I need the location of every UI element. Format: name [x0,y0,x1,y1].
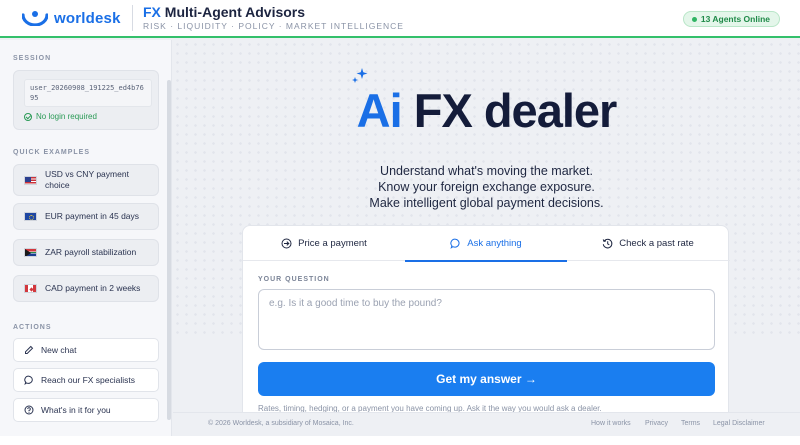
edit-icon [25,345,34,354]
header-divider [132,5,133,31]
sidebar: SESSION user_20260908_191225_ed4b7695 No… [0,40,172,445]
example-label: ZAR payroll stabilization [45,247,137,257]
brand-title: FX Multi-Agent Advisors [143,4,404,20]
example-zar[interactable]: ZAR payroll stabilization [13,239,159,266]
question-input[interactable] [258,289,715,350]
chat-bubble-icon [24,375,33,385]
reach-specialists-button[interactable]: Reach our FX specialists [13,368,159,392]
example-label: USD vs CNY payment choice [45,169,129,190]
agents-online-badge: 13 Agents Online [682,11,780,27]
hero-title-rest: FX dealer [401,84,618,137]
actions-label: ACTIONS [13,324,52,331]
sidebar-scrollbar[interactable] [167,80,171,420]
tagline-line-2: Know your foreign exchange exposure. [378,180,595,194]
us-flag-icon [24,175,37,185]
tagline-line-1: Understand what's moving the market. [380,164,593,178]
no-login-status: No login required [24,112,97,121]
session-label: SESSION [13,55,52,62]
hero-title-ai: Ai [356,84,403,137]
bottom-strip [0,436,800,445]
footer-link-legal-disclaimer[interactable]: Legal Disclaimer [713,420,765,427]
worldesk-logo-icon [22,11,48,26]
chat-bubble-icon [450,238,460,249]
whats-in-it-label: What's in it for you [41,405,111,415]
no-login-text: No login required [36,112,97,121]
footer: © 2026 Worldesk, a subsidiary of Mosaica… [173,412,800,436]
arrow-circle-icon [281,238,292,249]
brand-title-rest: Multi-Agent Advisors [160,4,306,20]
check-circle-icon [24,112,32,121]
top-header: worldesk FX Multi-Agent Advisors RISK · … [0,0,800,38]
brand-block: FX Multi-Agent Advisors RISK · LIQUIDITY… [143,4,404,32]
session-card: user_20260908_191225_ed4b7695 No login r… [13,70,159,130]
sparkle-icon [352,68,368,83]
tab-check-past-rate[interactable]: Check a past rate [567,226,729,261]
hero-title: Ai FX dealer [173,84,800,138]
logo-text: worldesk [54,9,121,27]
tab-label: Check a past rate [619,238,694,249]
main-area: Ai FX dealer Understand what's moving th… [173,40,800,445]
tab-label: Price a payment [298,238,367,249]
brand-subtitle: RISK · LIQUIDITY · POLICY · MARKET INTEL… [143,21,404,31]
example-eur[interactable]: EUR payment in 45 days [13,203,159,230]
tagline-line-3: Make intelligent global payment decision… [369,196,604,210]
footer-link-how-it-works[interactable]: How it works [591,420,631,427]
help-icon [24,405,34,415]
tab-label: Ask anything [467,238,522,249]
eu-flag-icon [24,212,37,221]
ca-flag-icon [24,284,37,293]
logo[interactable]: worldesk [22,10,132,27]
hero-tagline: Understand what's moving the market. Kno… [173,163,800,211]
reach-specialists-label: Reach our FX specialists [41,375,136,385]
example-label: EUR payment in 45 days [45,211,140,221]
footer-link-privacy[interactable]: Privacy [645,420,668,427]
brand-fx: FX [143,4,161,20]
new-chat-button[interactable]: New chat [13,338,159,362]
online-dot-icon [691,16,697,22]
mode-tabs: Price a payment Ask anything Check a pas… [243,226,730,262]
history-icon [603,238,613,249]
new-chat-label: New chat [41,345,77,355]
example-label: CAD payment in 2 weeks [45,283,141,293]
quick-examples-label: QUICK EXAMPLES [13,149,91,156]
session-id: user_20260908_191225_ed4b7695 [24,79,152,107]
tab-price-payment[interactable]: Price a payment [243,226,405,261]
agents-online-text: 13 Agents Online [700,14,770,24]
example-cad[interactable]: CAD payment in 2 weeks [13,275,159,302]
example-usd-cny[interactable]: USD vs CNY payment choice [13,164,159,196]
footer-link-terms[interactable]: Terms [681,420,700,427]
za-flag-icon [24,248,37,257]
whats-in-it-button[interactable]: What's in it for you [13,398,159,422]
tab-ask-anything[interactable]: Ask anything [405,226,567,262]
copyright-text: © 2026 Worldesk, a subsidiary of Mosaica… [208,420,354,427]
get-answer-button[interactable]: Get my answer → [258,362,715,396]
question-label: YOUR QUESTION [258,276,330,283]
